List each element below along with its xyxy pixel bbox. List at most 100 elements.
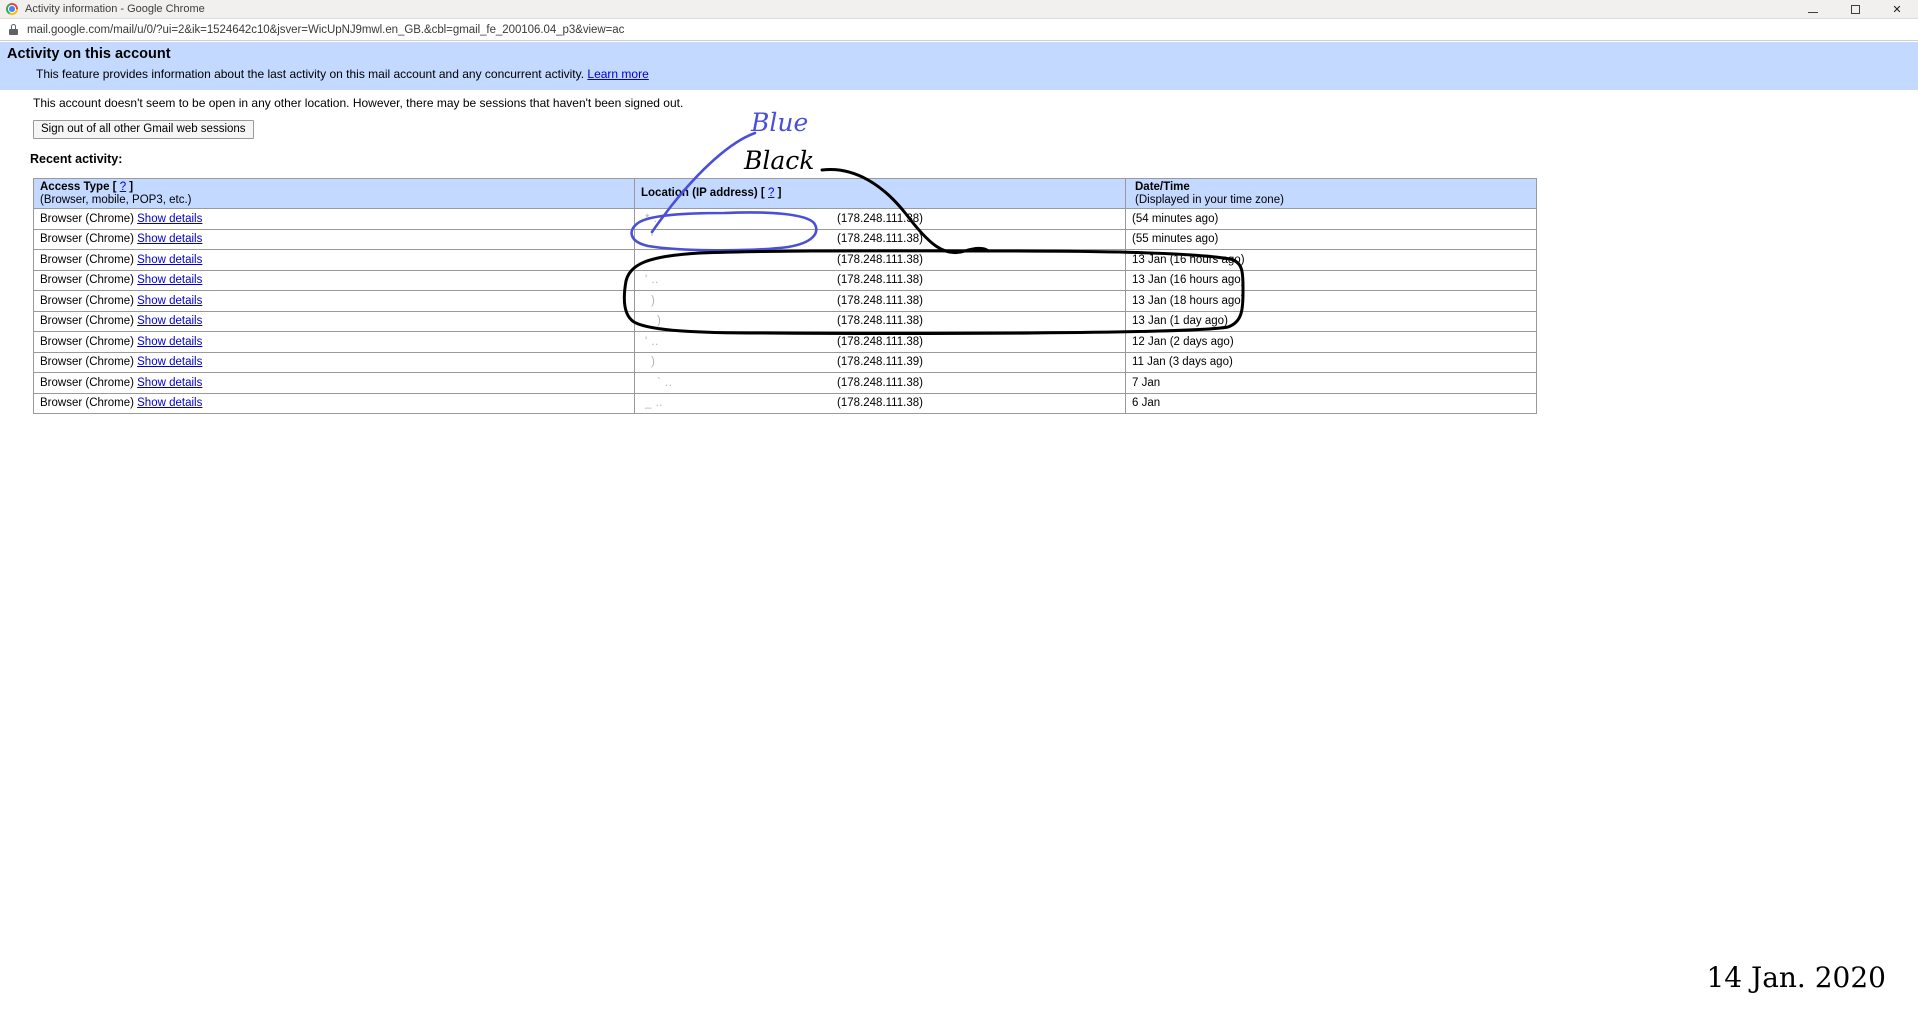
chrome-logo-icon <box>6 3 18 15</box>
show-details-link[interactable]: Show details <box>137 213 202 225</box>
show-details-link[interactable]: Show details <box>137 233 202 245</box>
close-button[interactable]: ✕ <box>1876 0 1918 19</box>
location-wrapper: * .. (178.248.111.38) <box>641 213 1119 225</box>
recent-activity-table: Access Type [ ? ] (Browser, mobile, POP3… <box>33 178 1537 414</box>
table-header: Access Type [ ? ] (Browser, mobile, POP3… <box>33 178 1537 209</box>
cell-datetime: 6 Jan <box>1125 392 1537 414</box>
table-row: Browser (Chrome) Show details ' .. (178.24… <box>33 331 1537 353</box>
maximize-button[interactable] <box>1834 0 1876 19</box>
location-wrapper: ' .. (178.248.111.38) <box>641 336 1119 348</box>
datetime-text: 7 Jan <box>1132 376 1161 389</box>
minimize-button[interactable] <box>1792 0 1834 19</box>
cell-location: ) (178.248.111.39) <box>634 351 1126 373</box>
cell-access-type: Browser (Chrome) Show details <box>33 290 635 312</box>
datetime-text: 11 Jan (3 days ago) <box>1132 356 1233 369</box>
location-redacted-text: ) <box>651 356 656 369</box>
show-details-link[interactable]: Show details <box>137 295 202 307</box>
table-row: Browser (Chrome) Show details) (178.248.… <box>33 310 1537 332</box>
show-details-link[interactable]: Show details <box>137 336 202 348</box>
cell-datetime: 7 Jan <box>1125 372 1537 394</box>
column-header-access-type-sub: (Browser, mobile, POP3, etc.) <box>40 193 192 206</box>
show-details-link[interactable]: Show details <box>137 254 202 266</box>
location-ip-address: (178.248.111.38) <box>837 274 923 287</box>
location-redacted-text: ' .. <box>645 274 659 287</box>
access-type-text: Browser (Chrome) <box>40 335 134 348</box>
location-redacted-text: ) <box>651 294 656 307</box>
cell-access-type: Browser (Chrome) Show details <box>33 208 635 230</box>
column-header-location-label: Location (IP address) <box>641 187 758 200</box>
location-wrapper: ' .. (178.248.111.38) <box>641 274 1119 286</box>
location-wrapper: ' (178.248.111.38) <box>641 233 1119 245</box>
location-wrapper: ) (178.248.111.38) <box>641 315 1119 327</box>
window-titlebar: Activity information - Google Chrome ✕ <box>0 0 1918 19</box>
cell-datetime: (54 minutes ago) <box>1125 208 1537 230</box>
show-details-link[interactable]: Show details <box>137 315 202 327</box>
cell-access-type: Browser (Chrome) Show details <box>33 310 635 332</box>
access-type-text: Browser (Chrome) <box>40 274 134 287</box>
address-bar-url: mail.google.com/mail/u/0/?ui=2&ik=152464… <box>27 23 625 36</box>
column-header-access-type: Access Type [ ? ] (Browser, mobile, POP3… <box>33 178 635 209</box>
cell-datetime: 12 Jan (2 days ago) <box>1125 331 1537 353</box>
show-details-link[interactable]: Show details <box>137 274 202 286</box>
cell-location: ' (178.248.111.38) <box>634 228 1126 250</box>
cell-datetime: 13 Jan (1 day ago) <box>1125 310 1537 332</box>
datetime-text: 13 Jan (1 day ago) <box>1132 315 1228 328</box>
location-wrapper: (178.248.111.38) <box>641 254 1119 266</box>
table-row: Browser (Chrome) Show details ` .. (178.24… <box>33 372 1537 394</box>
column-header-datetime-sub: (Displayed in your time zone) <box>1135 193 1284 206</box>
location-redacted-text: * .. <box>645 212 662 225</box>
cell-datetime: (55 minutes ago) <box>1125 228 1537 250</box>
location-ip-address: (178.248.111.39) <box>837 356 923 369</box>
cell-location: ` .. (178.248.111.38) <box>634 372 1126 394</box>
column-header-datetime: Date/Time (Displayed in your time zone) <box>1125 178 1537 209</box>
access-type-text: Browser (Chrome) <box>40 315 134 328</box>
datetime-text: 13 Jan (16 hours ago) <box>1132 253 1245 266</box>
table-header-row: Access Type [ ? ] (Browser, mobile, POP3… <box>33 178 1537 209</box>
banner-description-text: This feature provides information about … <box>36 67 585 81</box>
table-row: Browser (Chrome) Show details * .. (178.24… <box>33 208 1537 230</box>
chrome-window: Activity information - Google Chrome ✕ m… <box>0 0 1918 1019</box>
access-type-text: Browser (Chrome) <box>40 294 134 307</box>
activity-banner: Activity on this account This feature pr… <box>0 42 1918 90</box>
access-type-text: Browser (Chrome) <box>40 356 134 369</box>
cell-datetime: 13 Jan (16 hours ago) <box>1125 269 1537 291</box>
cell-datetime: 13 Jan (18 hours ago) <box>1125 290 1537 312</box>
address-bar[interactable]: mail.google.com/mail/u/0/?ui=2&ik=152464… <box>0 19 1918 41</box>
location-ip-address: (178.248.111.38) <box>837 315 923 328</box>
cell-access-type: Browser (Chrome) Show details <box>33 249 635 271</box>
cell-location: (178.248.111.38) <box>634 249 1126 271</box>
location-wrapper: ) (178.248.111.38) <box>641 295 1119 307</box>
cell-location: ' .. (178.248.111.38) <box>634 331 1126 353</box>
table-body: Browser (Chrome) Show details * .. (178.24… <box>33 208 1537 414</box>
access-type-text: Browser (Chrome) <box>40 397 134 410</box>
account-status-notice: This account doesn't seem to be open in … <box>33 96 684 110</box>
lock-icon <box>9 24 18 35</box>
location-redacted-text: ' .. <box>645 335 659 348</box>
datetime-text: (55 minutes ago) <box>1132 233 1219 246</box>
show-details-link[interactable]: Show details <box>137 397 202 409</box>
location-ip-address: (178.248.111.38) <box>837 253 923 266</box>
column-header-access-type-label: Access Type <box>40 181 110 193</box>
recent-activity-label: Recent activity: <box>30 152 123 166</box>
learn-more-link[interactable]: Learn more <box>587 67 648 81</box>
table-row: Browser (Chrome) Show details ' .. (178.24… <box>33 269 1537 291</box>
location-redacted-text: ) <box>657 315 662 328</box>
datetime-text: 12 Jan (2 days ago) <box>1132 335 1234 348</box>
location-redacted-text: ' <box>651 233 654 246</box>
datetime-text: 13 Jan (16 hours ago) <box>1132 274 1245 287</box>
cell-access-type: Browser (Chrome) Show details <box>33 228 635 250</box>
cell-access-type: Browser (Chrome) Show details <box>33 331 635 353</box>
location-ip-address: (178.248.111.38) <box>837 335 923 348</box>
location-redacted-text: ` .. <box>657 376 673 389</box>
show-details-link[interactable]: Show details <box>137 377 202 389</box>
cell-location: ) (178.248.111.38) <box>634 310 1126 332</box>
location-ip-address: (178.248.111.38) <box>837 294 923 307</box>
sign-out-all-sessions-button[interactable]: Sign out of all other Gmail web sessions <box>33 120 254 139</box>
cell-access-type: Browser (Chrome) Show details <box>33 392 635 414</box>
cell-location: ) (178.248.111.38) <box>634 290 1126 312</box>
gmail-activity-page: Activity on this account This feature pr… <box>0 42 1918 1019</box>
access-type-text: Browser (Chrome) <box>40 253 134 266</box>
cell-datetime: 13 Jan (16 hours ago) <box>1125 249 1537 271</box>
table-row: Browser (Chrome) Show details) (178.248.… <box>33 351 1537 373</box>
show-details-link[interactable]: Show details <box>137 356 202 368</box>
